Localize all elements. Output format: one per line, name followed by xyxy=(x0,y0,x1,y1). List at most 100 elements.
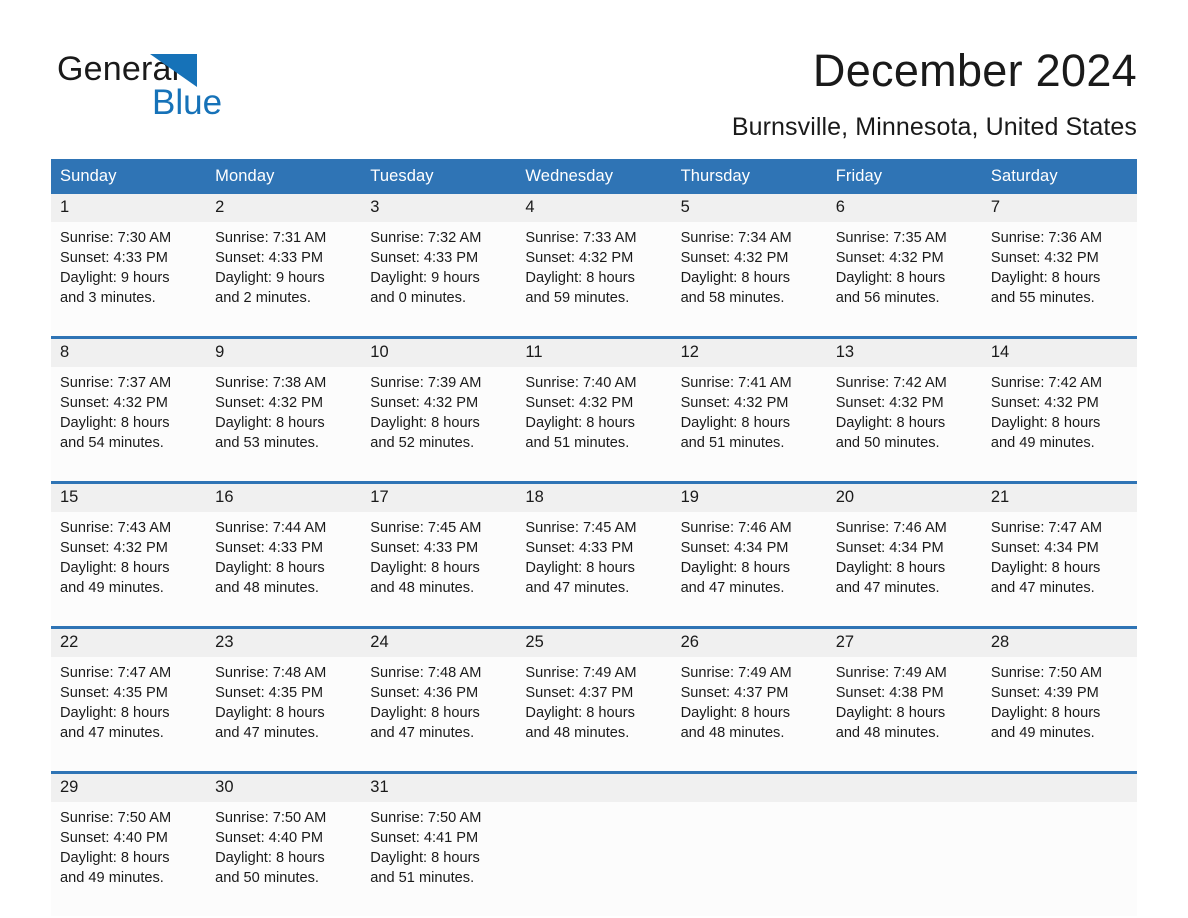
day-number[interactable]: 9 xyxy=(206,336,362,367)
daylight-text-1: Daylight: 8 hours xyxy=(215,850,325,866)
sunrise-text: Sunrise: 7:33 AM xyxy=(525,230,637,246)
week-daynumber-row: 29 30 31 xyxy=(51,771,1137,802)
day-details[interactable]: Sunrise: 7:31 AM Sunset: 4:33 PM Dayligh… xyxy=(206,222,362,338)
day-details[interactable]: Sunrise: 7:30 AM Sunset: 4:33 PM Dayligh… xyxy=(51,222,207,338)
day-number[interactable]: 28 xyxy=(981,626,1137,657)
day-details[interactable]: Sunrise: 7:34 AM Sunset: 4:32 PM Dayligh… xyxy=(671,222,827,338)
sunset-text: Sunset: 4:33 PM xyxy=(215,250,324,266)
day-details[interactable]: Sunrise: 7:42 AM Sunset: 4:32 PM Dayligh… xyxy=(826,367,982,483)
daylight-text-2: and 48 minutes. xyxy=(680,725,785,741)
daylight-text-1: Daylight: 8 hours xyxy=(370,415,480,431)
day-number[interactable]: 20 xyxy=(826,481,982,512)
day-details[interactable]: Sunrise: 7:50 AM Sunset: 4:40 PM Dayligh… xyxy=(206,802,362,916)
day-details[interactable]: Sunrise: 7:46 AM Sunset: 4:34 PM Dayligh… xyxy=(671,512,827,628)
day-details[interactable]: Sunrise: 7:48 AM Sunset: 4:35 PM Dayligh… xyxy=(206,657,362,773)
day-details[interactable]: Sunrise: 7:36 AM Sunset: 4:32 PM Dayligh… xyxy=(981,222,1137,338)
day-details-empty xyxy=(826,802,982,916)
daylight-text-1: Daylight: 8 hours xyxy=(835,705,946,721)
day-details[interactable]: Sunrise: 7:39 AM Sunset: 4:32 PM Dayligh… xyxy=(361,367,517,483)
day-number-empty xyxy=(826,771,982,802)
day-number[interactable]: 16 xyxy=(206,481,362,512)
day-number[interactable]: 6 xyxy=(826,194,982,222)
daylight-text-2: and 55 minutes. xyxy=(990,290,1095,306)
sunset-text: Sunset: 4:32 PM xyxy=(215,395,324,411)
sunset-text: Sunset: 4:32 PM xyxy=(990,250,1099,266)
day-number[interactable]: 25 xyxy=(516,626,672,657)
day-number[interactable]: 11 xyxy=(516,336,672,367)
day-number[interactable]: 19 xyxy=(671,481,827,512)
day-details[interactable]: Sunrise: 7:47 AM Sunset: 4:34 PM Dayligh… xyxy=(981,512,1137,628)
day-details[interactable]: Sunrise: 7:33 AM Sunset: 4:32 PM Dayligh… xyxy=(516,222,672,338)
daylight-text-2: and 52 minutes. xyxy=(370,435,475,451)
day-details[interactable]: Sunrise: 7:40 AM Sunset: 4:32 PM Dayligh… xyxy=(516,367,672,483)
day-number[interactable]: 21 xyxy=(981,481,1137,512)
day-number[interactable]: 2 xyxy=(206,194,362,222)
day-details[interactable]: Sunrise: 7:42 AM Sunset: 4:32 PM Dayligh… xyxy=(981,367,1137,483)
day-number[interactable]: 27 xyxy=(826,626,982,657)
day-details[interactable]: Sunrise: 7:38 AM Sunset: 4:32 PM Dayligh… xyxy=(206,367,362,483)
sunset-text: Sunset: 4:34 PM xyxy=(990,540,1099,556)
daylight-text-1: Daylight: 8 hours xyxy=(215,415,325,431)
sunrise-text: Sunrise: 7:36 AM xyxy=(990,230,1102,246)
day-number[interactable]: 18 xyxy=(516,481,672,512)
day-number[interactable]: 24 xyxy=(361,626,517,657)
day-details[interactable]: Sunrise: 7:49 AM Sunset: 4:38 PM Dayligh… xyxy=(826,657,982,773)
day-details[interactable]: Sunrise: 7:49 AM Sunset: 4:37 PM Dayligh… xyxy=(516,657,672,773)
sunrise-text: Sunrise: 7:31 AM xyxy=(215,230,327,246)
day-details[interactable]: Sunrise: 7:35 AM Sunset: 4:32 PM Dayligh… xyxy=(826,222,982,338)
page-title: December 2024 xyxy=(812,45,1137,96)
day-number[interactable]: 3 xyxy=(361,194,517,222)
daylight-text-2: and 47 minutes. xyxy=(990,580,1095,596)
day-details[interactable]: Sunrise: 7:45 AM Sunset: 4:33 PM Dayligh… xyxy=(516,512,672,628)
day-number[interactable]: 14 xyxy=(981,336,1137,367)
day-details[interactable]: Sunrise: 7:44 AM Sunset: 4:33 PM Dayligh… xyxy=(206,512,362,628)
day-details[interactable]: Sunrise: 7:46 AM Sunset: 4:34 PM Dayligh… xyxy=(826,512,982,628)
daylight-text-1: Daylight: 8 hours xyxy=(215,560,325,576)
day-details[interactable]: Sunrise: 7:50 AM Sunset: 4:40 PM Dayligh… xyxy=(51,802,207,916)
day-details[interactable]: Sunrise: 7:45 AM Sunset: 4:33 PM Dayligh… xyxy=(361,512,517,628)
day-number[interactable]: 8 xyxy=(51,336,207,367)
day-number[interactable]: 12 xyxy=(671,336,827,367)
daylight-text-2: and 49 minutes. xyxy=(990,725,1095,741)
day-details[interactable]: Sunrise: 7:32 AM Sunset: 4:33 PM Dayligh… xyxy=(361,222,517,338)
day-number[interactable]: 10 xyxy=(361,336,517,367)
day-number[interactable]: 29 xyxy=(51,771,207,802)
day-details[interactable]: Sunrise: 7:37 AM Sunset: 4:32 PM Dayligh… xyxy=(51,367,207,483)
day-number[interactable]: 31 xyxy=(361,771,517,802)
day-number[interactable]: 13 xyxy=(826,336,982,367)
week-details-row: Sunrise: 7:37 AM Sunset: 4:32 PM Dayligh… xyxy=(51,367,1137,483)
sunrise-text: Sunrise: 7:34 AM xyxy=(680,230,792,246)
day-number[interactable]: 30 xyxy=(206,771,362,802)
general-blue-logo[interactable]: General Blue xyxy=(57,52,297,122)
daylight-text-1: Daylight: 8 hours xyxy=(60,850,170,866)
day-number[interactable]: 26 xyxy=(671,626,827,657)
calendar-page: General Blue December 2024 Burnsville, M… xyxy=(0,0,1188,918)
week-details-row: Sunrise: 7:47 AM Sunset: 4:35 PM Dayligh… xyxy=(51,657,1137,773)
sunset-text: Sunset: 4:34 PM xyxy=(835,540,944,556)
day-details[interactable]: Sunrise: 7:50 AM Sunset: 4:39 PM Dayligh… xyxy=(981,657,1137,773)
daylight-text-2: and 54 minutes. xyxy=(60,435,164,451)
day-details[interactable]: Sunrise: 7:43 AM Sunset: 4:32 PM Dayligh… xyxy=(51,512,207,628)
day-number[interactable]: 23 xyxy=(206,626,362,657)
day-details[interactable]: Sunrise: 7:41 AM Sunset: 4:32 PM Dayligh… xyxy=(671,367,827,483)
weekday-header-sunday: Sunday xyxy=(51,159,207,194)
day-number[interactable]: 5 xyxy=(671,194,827,222)
daylight-text-1: Daylight: 8 hours xyxy=(835,560,946,576)
day-details[interactable]: Sunrise: 7:50 AM Sunset: 4:41 PM Dayligh… xyxy=(361,802,517,916)
day-number[interactable]: 7 xyxy=(981,194,1137,222)
day-number[interactable]: 4 xyxy=(516,194,672,222)
day-details[interactable]: Sunrise: 7:49 AM Sunset: 4:37 PM Dayligh… xyxy=(671,657,827,773)
day-number[interactable]: 15 xyxy=(51,481,207,512)
day-number[interactable]: 17 xyxy=(361,481,517,512)
daylight-text-2: and 53 minutes. xyxy=(215,435,319,451)
sunset-text: Sunset: 4:32 PM xyxy=(525,395,634,411)
daylight-text-1: Daylight: 8 hours xyxy=(370,850,480,866)
day-details[interactable]: Sunrise: 7:47 AM Sunset: 4:35 PM Dayligh… xyxy=(51,657,207,773)
day-number[interactable]: 1 xyxy=(51,194,207,222)
day-number[interactable]: 22 xyxy=(51,626,207,657)
daylight-text-2: and 51 minutes. xyxy=(680,435,785,451)
daylight-text-1: Daylight: 8 hours xyxy=(370,560,480,576)
day-details-empty xyxy=(516,802,672,916)
day-details[interactable]: Sunrise: 7:48 AM Sunset: 4:36 PM Dayligh… xyxy=(361,657,517,773)
daylight-text-1: Daylight: 9 hours xyxy=(60,270,170,286)
